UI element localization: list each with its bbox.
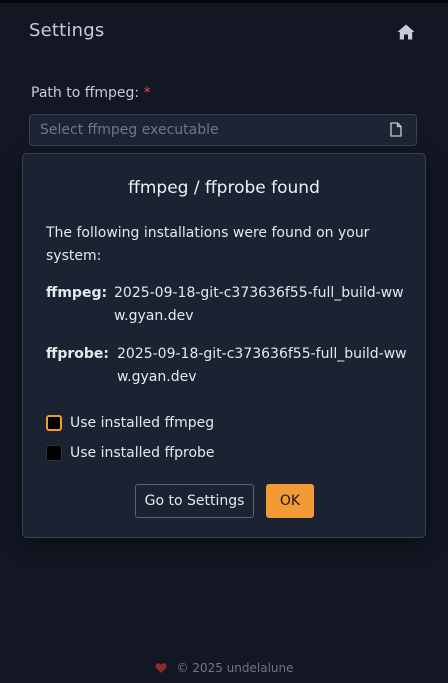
- ffprobe-label: ffprobe:: [46, 346, 109, 362]
- page-title: Settings: [29, 20, 105, 41]
- ffmpeg-path-label: Path to ffmpeg: *: [31, 85, 151, 101]
- ffprobe-version: 2025-09-18-git-c373636f55-full_build-www…: [117, 346, 407, 385]
- copyright-text: © 2025 undelalune: [176, 661, 294, 675]
- file-icon: [390, 122, 402, 137]
- dialog-description: The following installations were found o…: [46, 225, 370, 264]
- app-window: Settings Path to ffmpeg: * ffmpeg / ffpr…: [0, 0, 448, 683]
- use-installed-ffmpeg-label: Use installed ffmpeg: [70, 415, 215, 431]
- home-button[interactable]: [395, 21, 417, 43]
- dialog-title: ffmpeg / ffprobe found: [128, 178, 320, 198]
- go-to-settings-button[interactable]: Go to Settings: [135, 484, 254, 518]
- use-installed-ffmpeg-checkbox[interactable]: [46, 415, 62, 431]
- ffmpeg-path-field: [29, 114, 417, 146]
- ffmpeg-label: ffmpeg:: [46, 285, 108, 301]
- browse-file-button[interactable]: [390, 122, 406, 138]
- ok-button[interactable]: OK: [266, 484, 314, 518]
- ffmpeg-path-input[interactable]: [30, 115, 390, 145]
- home-icon: [397, 24, 415, 40]
- ffmpeg-version: 2025-09-18-git-c373636f55-full_build-www…: [114, 285, 404, 324]
- header: Settings: [0, 3, 448, 59]
- use-installed-ffprobe-option[interactable]: Use installed ffprobe: [46, 443, 215, 463]
- required-marker: *: [143, 85, 151, 101]
- ffmpeg-path-label-text: Path to ffmpeg:: [31, 85, 140, 101]
- use-installed-ffprobe-label: Use installed ffprobe: [70, 445, 215, 461]
- use-installed-ffprobe-checkbox[interactable]: [46, 445, 62, 461]
- footer: © 2025 undelalune: [0, 659, 448, 677]
- ffmpeg-found-dialog: ffmpeg / ffprobe found The following ins…: [22, 153, 426, 538]
- heart-icon: [154, 663, 167, 673]
- use-installed-ffmpeg-option[interactable]: Use installed ffmpeg: [46, 413, 214, 433]
